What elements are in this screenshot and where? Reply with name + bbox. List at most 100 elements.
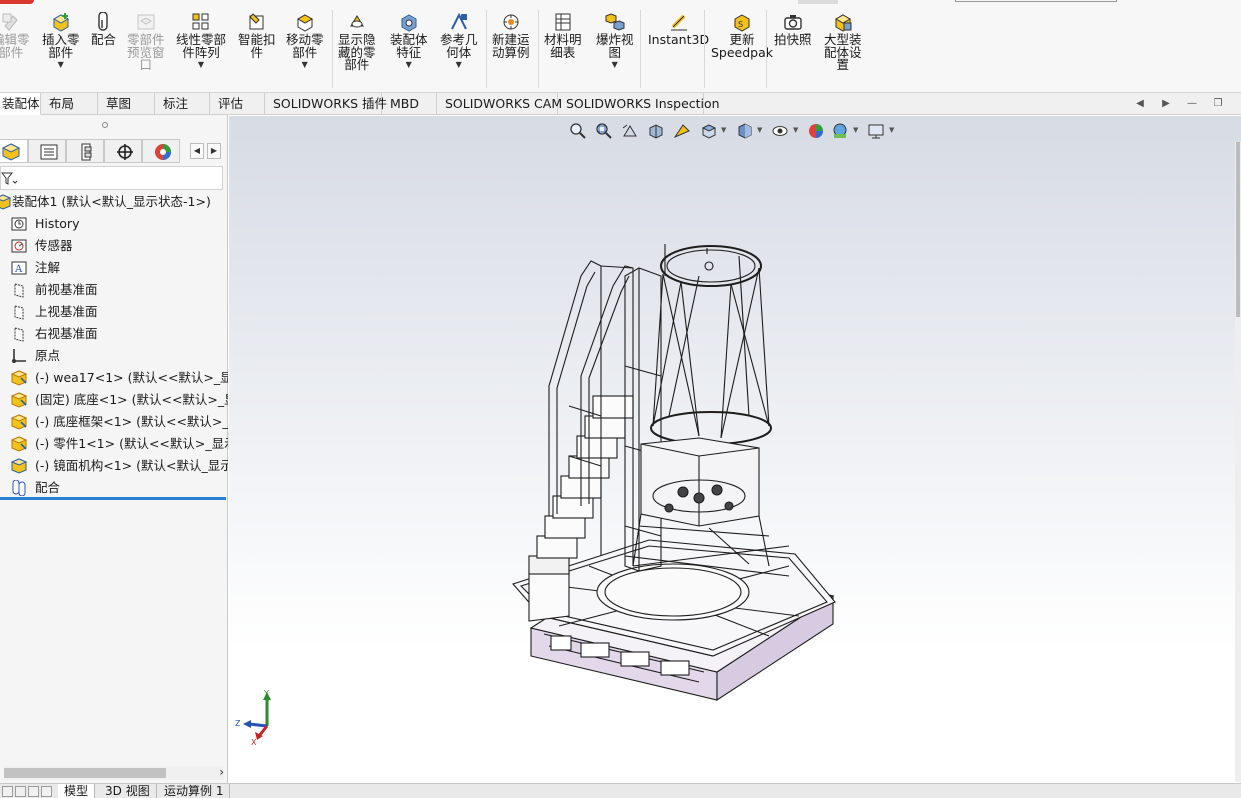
- prev-window-icon[interactable]: ◀: [1134, 98, 1146, 110]
- tab-featuremanager[interactable]: [0, 139, 28, 163]
- tree-item-label: (-) 镜面机构<1> (默认<默认_显示状: [35, 458, 228, 473]
- restore-icon[interactable]: ❐: [1212, 98, 1224, 110]
- reference-geometry-icon: [450, 12, 467, 30]
- part-icon: [10, 436, 28, 452]
- tab-4[interactable]: 评估: [210, 93, 265, 115]
- mate-button[interactable]: 配合: [91, 12, 116, 47]
- origin-icon: [12, 349, 26, 363]
- graphics-area[interactable]: ▼ ▼ ▼ ▼ ▼ Y Z X: [229, 116, 1241, 783]
- move-component-icon: [296, 14, 313, 32]
- tab-0[interactable]: 装配体: [0, 93, 41, 115]
- tab-6[interactable]: MBD: [382, 93, 437, 115]
- command-tabs: 装配体 布局 草图 标注 评估 SOLIDWORKS 插件 MBD SOLIDWORKS CA…: [0, 93, 1241, 115]
- tree-item[interactable]: 右视基准面: [0, 323, 228, 345]
- bottom-tab-2[interactable]: 运动算例 1: [158, 784, 231, 798]
- panel-splitter-handle[interactable]: [102, 122, 108, 128]
- new-motion-study-button[interactable]: 新建运 动算例: [492, 12, 530, 59]
- tab-3[interactable]: 标注: [155, 93, 210, 115]
- tree-horizontal-scrollbar[interactable]: ›: [4, 765, 224, 780]
- ribbon-separator: [766, 10, 767, 88]
- tab-2[interactable]: 草图: [98, 93, 155, 115]
- tree-item[interactable]: History: [0, 213, 228, 235]
- vscroll-thumb[interactable]: [1236, 142, 1240, 317]
- tab-displaymanager[interactable]: [142, 139, 180, 163]
- tree-item[interactable]: 原点: [0, 345, 228, 367]
- rollback-bar[interactable]: [0, 497, 226, 500]
- first-tab-button[interactable]: [2, 786, 13, 797]
- insert-component-dropdown-icon[interactable]: ▼: [58, 60, 64, 70]
- smart-fasteners-button[interactable]: 智能扣 件: [238, 12, 276, 59]
- tree-item[interactable]: (-) 镜面机构<1> (默认<默认_显示状: [0, 455, 228, 477]
- sensor-icon: [11, 239, 27, 253]
- history-icon: [11, 217, 27, 231]
- tab-8[interactable]: SOLIDWORKS Inspection: [558, 93, 720, 115]
- scroll-thumb[interactable]: [4, 768, 166, 778]
- tab-configurationmanager[interactable]: [66, 139, 104, 163]
- bill-of-materials-button[interactable]: 材料明 细表: [544, 12, 582, 59]
- take-snapshot-label: 拍快照: [774, 32, 812, 47]
- tree-item[interactable]: (固定) 底座<1> (默认<<默认>_显示: [0, 389, 228, 411]
- prev-tab-button[interactable]: [15, 786, 26, 797]
- tree-filter-bar[interactable]: [0, 166, 223, 190]
- tab-1[interactable]: 布局: [41, 93, 98, 115]
- filter-icon: [1, 172, 18, 185]
- graphics-vertical-scrollbar[interactable]: [1235, 142, 1241, 782]
- reference-geometry-dropdown-icon[interactable]: ▼: [456, 60, 462, 70]
- linear-pattern-button[interactable]: 线性零部 件阵列 ▼: [176, 12, 226, 70]
- tab-dimxpertmanager[interactable]: [104, 139, 142, 163]
- tab-propertymanager[interactable]: [28, 139, 66, 163]
- exploded-view-dropdown-icon[interactable]: ▼: [612, 60, 618, 70]
- last-tab-button[interactable]: [41, 786, 52, 797]
- show-hidden-button[interactable]: 显示隐 藏的零 部件: [338, 12, 376, 72]
- tree-item[interactable]: 配合: [0, 477, 228, 499]
- ribbon-separator: [486, 10, 487, 88]
- tab-7[interactable]: SOLIDWORKS CAM: [437, 93, 562, 115]
- tab-5[interactable]: SOLIDWORKS 插件: [265, 93, 387, 115]
- tree-item[interactable]: 前视基准面: [0, 279, 228, 301]
- next-tab-button[interactable]: [28, 786, 39, 797]
- title-control[interactable]: [798, 0, 838, 4]
- triad-y-label: Y: [263, 689, 269, 698]
- bom-icon: [555, 13, 571, 31]
- assembly-features-dropdown-icon[interactable]: ▼: [406, 60, 412, 70]
- update-speedpak-button[interactable]: S 更新 Speedpak: [711, 12, 773, 59]
- tree-item[interactable]: 传感器: [0, 235, 228, 257]
- tab-scroll-left[interactable]: ◀: [190, 143, 204, 159]
- tree-item[interactable]: (-) 底座框架<1> (默认<<默认>_显: [0, 411, 228, 433]
- bottom-tab-1[interactable]: 3D 视图: [99, 784, 157, 798]
- linear-pattern-dropdown-icon[interactable]: ▼: [198, 60, 204, 70]
- new-motion-study-label: 新建运 动算例: [492, 32, 530, 60]
- move-component-label: 移动零 部件: [286, 32, 324, 60]
- large-assembly-button[interactable]: 大型装 配体设 置: [824, 12, 862, 72]
- minimize-icon[interactable]: —: [1186, 98, 1198, 110]
- linear-pattern-label: 线性零部 件阵列: [176, 32, 227, 60]
- assembly-features-button[interactable]: 装配体 特征 ▼: [390, 12, 428, 70]
- search-box-fragment[interactable]: [955, 0, 1117, 2]
- instant3d-button[interactable]: Instant3D: [648, 12, 709, 47]
- tree-item[interactable]: A 注解: [0, 257, 228, 279]
- assembly-model-drawing[interactable]: [229, 116, 1241, 783]
- tree-root-label: 装配体1 (默认<默认_显示状态-1>): [12, 194, 211, 209]
- configurationmanager-icon: [81, 143, 92, 161]
- edit-component-label: 编辑零 部件: [0, 32, 30, 60]
- tree-item-label: 上视基准面: [35, 304, 98, 319]
- tree-item[interactable]: 上视基准面: [0, 301, 228, 323]
- reference-geometry-button[interactable]: 参考几 何体 ▼: [440, 12, 478, 70]
- insert-component-button[interactable]: 插入零 部件 ▼: [42, 12, 80, 70]
- bottom-tab-0[interactable]: 模型: [58, 784, 96, 798]
- component-preview-button[interactable]: 零部件 预览窗 口: [127, 12, 165, 72]
- next-window-icon[interactable]: ▶: [1160, 98, 1172, 110]
- take-snapshot-button[interactable]: 拍快照: [774, 12, 812, 47]
- tree-root-assembly[interactable]: 装配体1 (默认<默认_显示状态-1>): [0, 191, 228, 213]
- triad-x-label: X: [251, 738, 257, 746]
- assembly-features-label: 装配体 特征: [390, 32, 428, 60]
- scroll-right-arrow[interactable]: ›: [219, 765, 224, 779]
- exploded-view-button[interactable]: 爆炸视 图 ▼: [596, 12, 634, 70]
- tree-item[interactable]: (-) wea17<1> (默认<<默认>_显示: [0, 367, 228, 389]
- tree-item[interactable]: (-) 零件1<1> (默认<<默认>_显示状: [0, 433, 228, 455]
- move-component-dropdown-icon[interactable]: ▼: [302, 60, 308, 70]
- move-component-button[interactable]: 移动零 部件 ▼: [286, 12, 324, 70]
- edit-component-button[interactable]: 编辑零 部件: [0, 12, 30, 59]
- tab-scroll-right[interactable]: ▶: [207, 143, 221, 159]
- ribbon-separator: [332, 10, 333, 88]
